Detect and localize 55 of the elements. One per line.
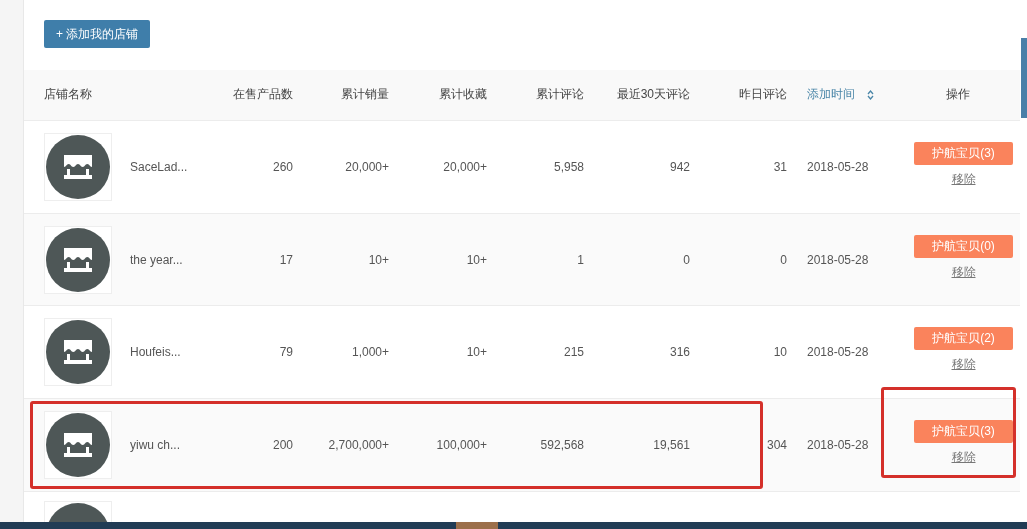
added-date: 2018-05-28 — [807, 345, 869, 360]
recent-reviews: 19,561 — [653, 438, 690, 453]
product-count: 200 — [272, 438, 293, 453]
product-count: 79 — [279, 345, 293, 360]
guard-products-button[interactable]: 护航宝贝(0) — [914, 234, 1013, 258]
store-icon — [46, 320, 110, 385]
add-store-button[interactable]: + 添加我的店铺 — [44, 20, 151, 48]
yesterday-reviews: 0 — [780, 252, 787, 267]
store-name[interactable]: Houfeis... — [130, 345, 181, 360]
sort-icon[interactable] — [867, 89, 874, 100]
column-header: 店铺名称 — [44, 87, 92, 102]
total-favorites: 20,000+ — [443, 159, 487, 174]
store-name[interactable]: SaceLad... — [130, 159, 188, 174]
remove-link[interactable]: 移除 — [951, 170, 976, 188]
column-header: 累计收藏 — [439, 87, 487, 102]
yesterday-reviews: 31 — [773, 159, 787, 174]
total-reviews: 215 — [563, 345, 584, 360]
recent-reviews: 942 — [669, 159, 690, 174]
added-date: 2018-05-28 — [807, 438, 869, 453]
guard-products-button[interactable]: 护航宝贝(3) — [914, 420, 1013, 444]
added-date: 2018-05-28 — [807, 252, 869, 267]
product-count: 17 — [279, 252, 293, 267]
total-favorites: 10+ — [466, 345, 487, 360]
remove-link[interactable]: 移除 — [951, 263, 976, 281]
total-reviews: 592,568 — [540, 438, 584, 453]
added-date: 2018-05-28 — [807, 159, 869, 174]
column-header: 最近30天评论 — [616, 87, 690, 102]
total-reviews: 1 — [577, 252, 584, 267]
column-header[interactable]: 添加时间 — [807, 86, 855, 104]
total-reviews: 5,958 — [553, 159, 584, 174]
store-icon — [46, 227, 110, 292]
recent-reviews: 316 — [669, 345, 690, 360]
remove-link[interactable]: 移除 — [951, 356, 976, 374]
column-header: 昨日评论 — [739, 87, 787, 102]
total-favorites: 10+ — [466, 252, 487, 267]
remove-link[interactable]: 移除 — [951, 449, 976, 467]
total-sales: 10+ — [368, 252, 389, 267]
total-sales: 1,000+ — [351, 345, 389, 360]
product-count: 260 — [272, 159, 293, 174]
store-icon — [46, 134, 110, 199]
total-sales: 2,700,000+ — [328, 438, 389, 453]
column-header: 累计销量 — [341, 87, 389, 102]
column-header: 累计评论 — [536, 87, 584, 102]
recent-reviews: 0 — [683, 252, 690, 267]
column-header: 在售产品数 — [233, 87, 293, 102]
guard-products-button[interactable]: 护航宝贝(3) — [914, 141, 1013, 165]
yesterday-reviews: 10 — [773, 345, 787, 360]
store-icon — [46, 413, 110, 478]
store-name[interactable]: yiwu ch... — [130, 438, 180, 453]
yesterday-reviews: 304 — [766, 438, 787, 453]
column-header: 操作 — [945, 87, 970, 102]
total-favorites: 100,000+ — [436, 438, 487, 453]
total-sales: 20,000+ — [345, 159, 389, 174]
store-name[interactable]: the year... — [130, 252, 183, 267]
guard-products-button[interactable]: 护航宝贝(2) — [914, 327, 1013, 351]
